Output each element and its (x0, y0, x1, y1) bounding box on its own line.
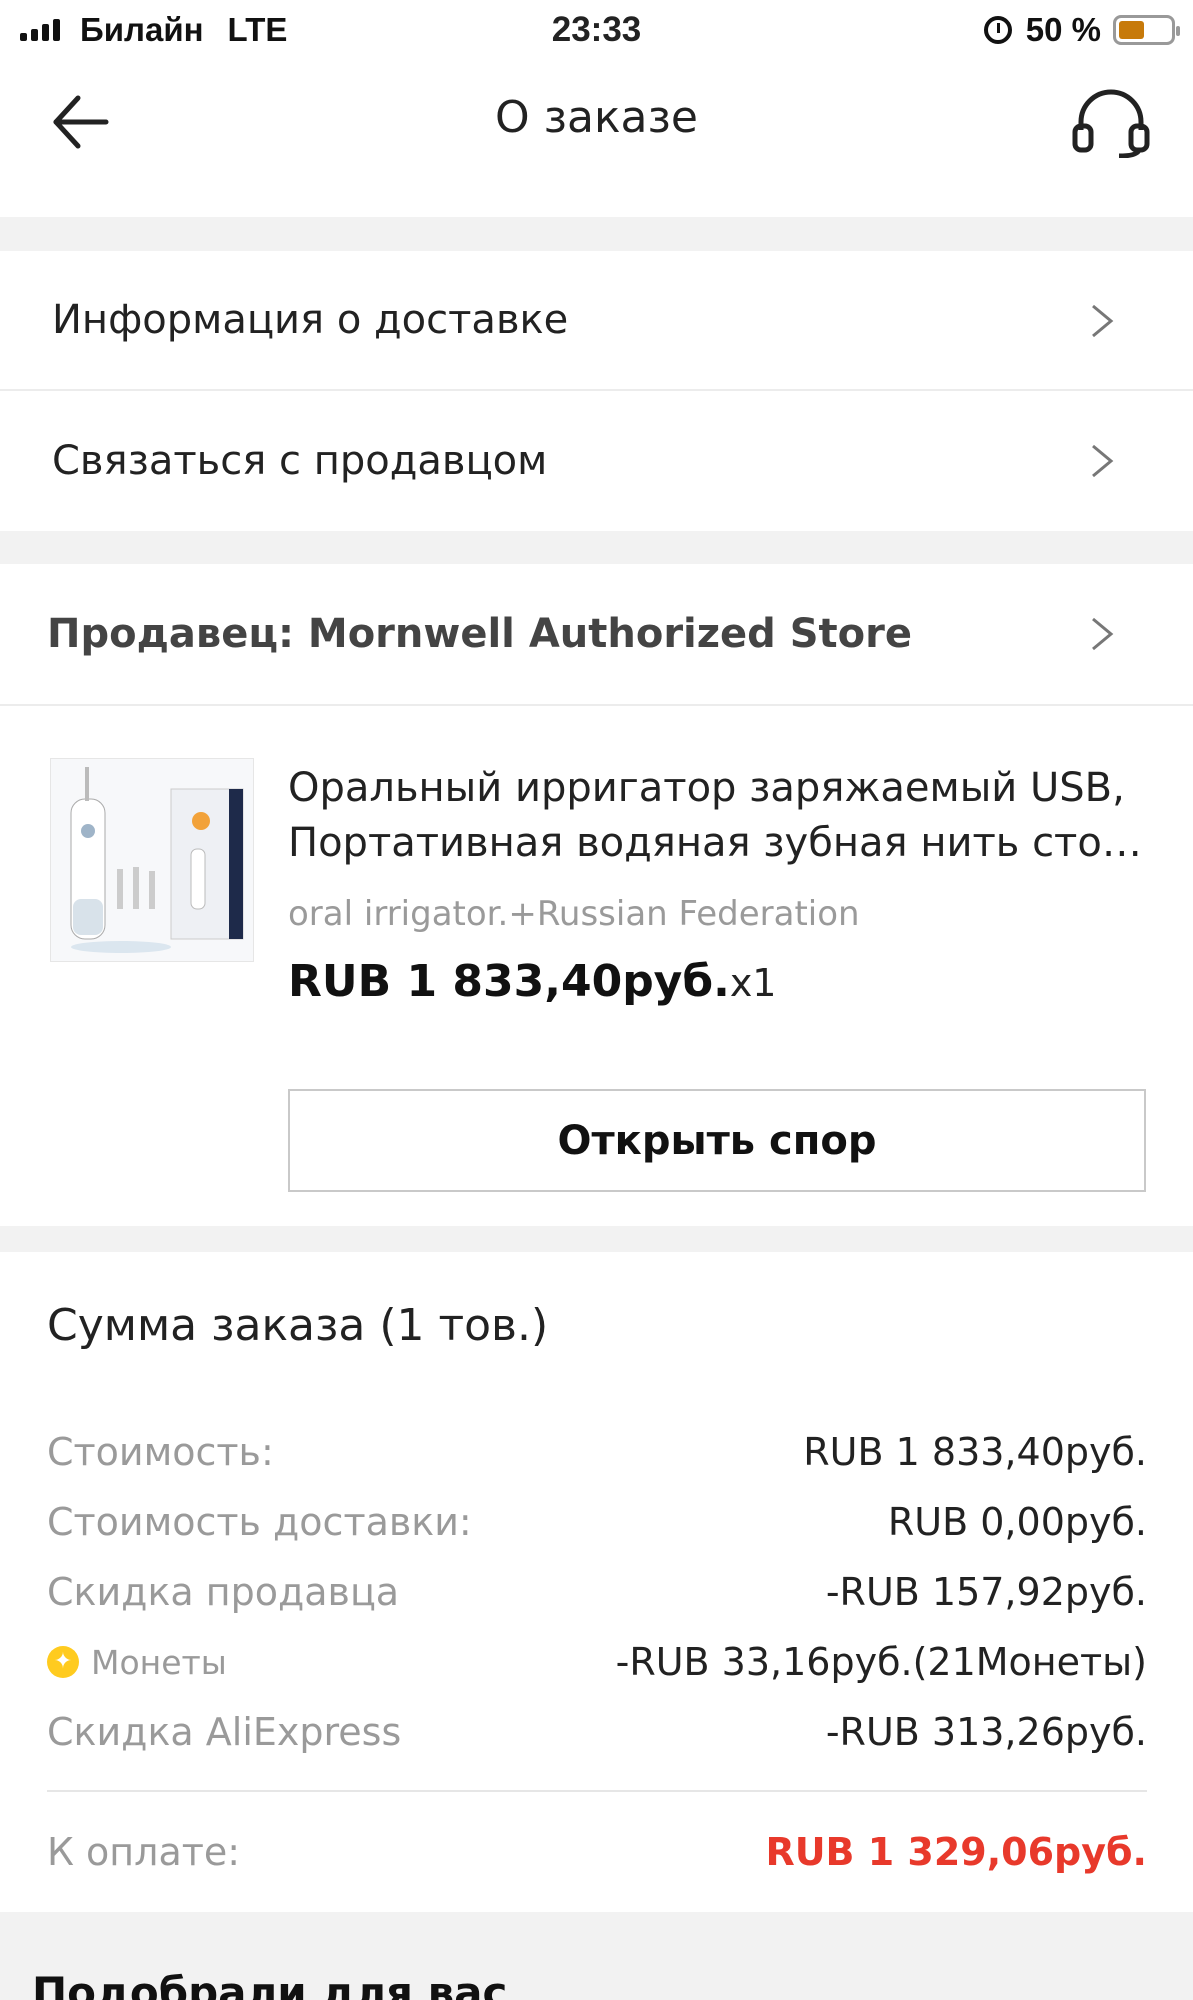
seller-row[interactable]: Продавец: Mornwell Authorized Store (0, 564, 1193, 706)
order-menu: Информация о доставке Связаться с продав… (0, 251, 1193, 531)
product-title[interactable]: Оральный ирригатор заряжаемый USB, Порта… (288, 761, 1158, 871)
total-label: К оплате: (47, 1830, 241, 1874)
summary-line-aliexpress-discount: Скидка AliExpress -RUB 313,26руб. (47, 1704, 1147, 1760)
status-right: 50 % (983, 11, 1180, 48)
product-variant: oral irrigator.+Russian Federation (288, 894, 860, 934)
product-price-value: RUB 1 833,40руб. (288, 956, 730, 1007)
summary-line-label: Монеты (91, 1642, 227, 1682)
coin-icon: ✦ (47, 1646, 79, 1678)
summary-line-value: -RUB 313,26руб. (825, 1710, 1147, 1754)
seller-name: Продавец: Mornwell Authorized Store (47, 611, 912, 657)
summary-divider (47, 1790, 1147, 1792)
summary-line-value: RUB 1 833,40руб. (803, 1430, 1147, 1474)
summary-line-shipping: Стоимость доставки: RUB 0,00руб. (47, 1494, 1147, 1550)
recommendations-title: Подобрали для вас (32, 1968, 508, 2000)
summary-line-cost: Стоимость: RUB 1 833,40руб. (47, 1424, 1147, 1480)
product-image[interactable] (50, 758, 254, 962)
product-title-line1: Оральный ирригатор заряжаемый USB, (288, 765, 1125, 811)
coins-label-group: ✦ Монеты (47, 1643, 227, 1682)
summary-line-label: Стоимость: (47, 1430, 274, 1474)
summary-line-label: Скидка продавца (47, 1570, 400, 1614)
product-title-line2: Портативная водяная зубная нить стоматол… (288, 820, 1158, 866)
delivery-info-label: Информация о доставке (52, 297, 569, 343)
battery-fill (1119, 21, 1144, 39)
open-dispute-button[interactable]: Открыть спор (288, 1089, 1146, 1192)
alarm-icon (983, 16, 1012, 44)
summary-line-value: -RUB 157,92руб. (825, 1570, 1147, 1614)
chevron-right-icon (1092, 444, 1114, 478)
battery-percent: 50 % (1025, 11, 1101, 48)
product-item: Оральный ирригатор заряжаемый USB, Порта… (0, 706, 1193, 1226)
page-title: О заказе (495, 92, 698, 143)
order-item-card: Продавец: Mornwell Authorized Store Орал… (0, 564, 1193, 1226)
summary-line-label: Стоимость доставки: (47, 1500, 472, 1544)
delivery-info-row[interactable]: Информация о доставке (0, 251, 1193, 391)
status-bar: Билайн LTE 23:33 50 % (0, 0, 1193, 62)
product-price: RUB 1 833,40руб.x1 (288, 956, 776, 1007)
contact-seller-label: Связаться с продавцом (52, 438, 548, 484)
contact-seller-row[interactable]: Связаться с продавцом (0, 391, 1193, 531)
product-quantity: x1 (729, 961, 777, 1005)
summary-line-value: RUB 0,00руб. (887, 1500, 1147, 1544)
chevron-right-icon (1092, 304, 1114, 338)
chevron-right-icon (1092, 617, 1114, 651)
summary-line-seller-discount: Скидка продавца -RUB 157,92руб. (47, 1564, 1147, 1620)
summary-total: К оплате: RUB 1 329,06руб. (47, 1824, 1147, 1880)
support-button[interactable] (1071, 88, 1151, 159)
total-value: RUB 1 329,06руб. (765, 1830, 1147, 1874)
battery-icon (1113, 15, 1180, 45)
summary-title: Сумма заказа (1 тов.) (47, 1300, 549, 1351)
headset-icon (1072, 89, 1150, 159)
irrigator-image-icon (51, 759, 253, 961)
summary-line-value: -RUB 33,16руб.(21Монеты) (615, 1640, 1147, 1684)
order-summary: Сумма заказа (1 тов.) Стоимость: RUB 1 8… (0, 1252, 1193, 1912)
summary-line-label: Скидка AliExpress (47, 1710, 402, 1754)
summary-line-coins: ✦ Монеты -RUB 33,16руб.(21Монеты) (47, 1634, 1147, 1690)
nav-bar: О заказе (0, 62, 1193, 217)
